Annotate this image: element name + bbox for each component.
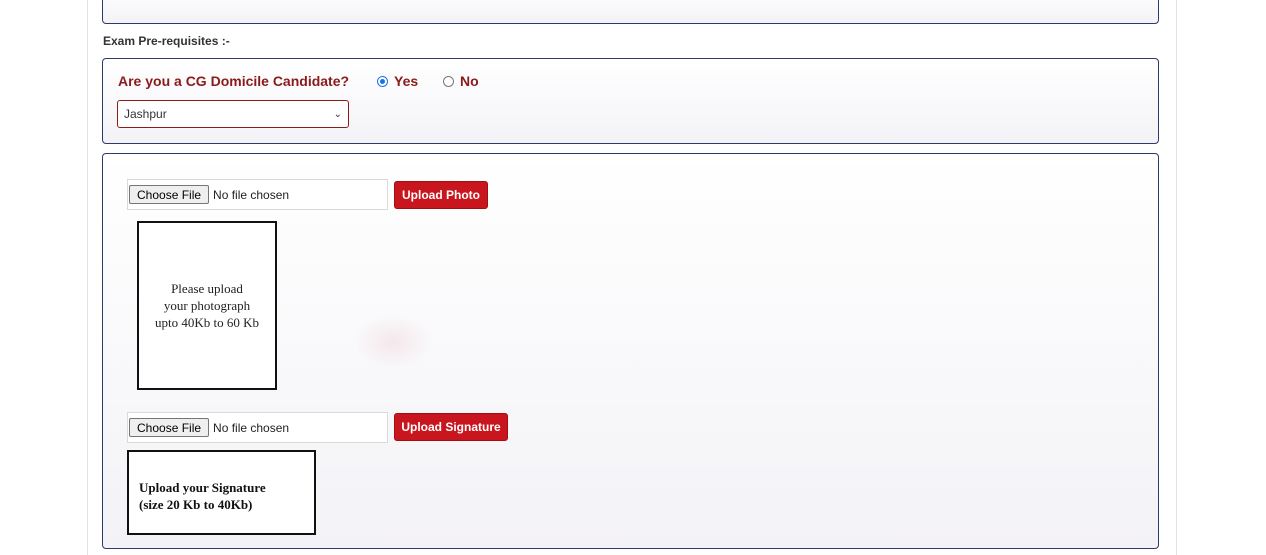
domicile-panel: Are you a CG Domicile Candidate? Yes No … xyxy=(102,58,1159,144)
upload-photo-button[interactable]: Upload Photo xyxy=(394,181,488,209)
photo-choose-file-button[interactable]: Choose File xyxy=(129,185,210,204)
domicile-yes-label: Yes xyxy=(394,73,419,89)
domicile-question: Are you a CG Domicile Candidate? xyxy=(118,73,350,89)
signature-placeholder-line-1: Upload your Signature xyxy=(139,480,266,495)
decorative-blur xyxy=(353,314,433,369)
photo-file-input[interactable]: Choose File No file chosen xyxy=(127,179,388,210)
photo-placeholder-line-3: upto 40Kb to 60 Kb xyxy=(155,315,259,330)
exam-prerequisites-label: Exam Pre-requisites :- xyxy=(103,34,230,48)
signature-file-input[interactable]: Choose File No file chosen xyxy=(127,412,388,443)
domicile-yes-option[interactable]: Yes xyxy=(377,73,418,89)
content-border-left xyxy=(87,0,88,555)
previous-section-panel xyxy=(102,0,1159,24)
signature-choose-file-button[interactable]: Choose File xyxy=(129,418,210,437)
domicile-no-option[interactable]: No xyxy=(443,73,479,89)
signature-placeholder: Upload your Signature (size 20 Kb to 40K… xyxy=(127,450,316,535)
photo-placeholder-line-1: Please upload xyxy=(171,281,243,296)
signature-placeholder-line-2: (size 20 Kb to 40Kb) xyxy=(139,497,253,512)
radio-checked-icon[interactable] xyxy=(377,75,388,87)
chevron-down-icon: ⌄ xyxy=(333,108,342,120)
upload-signature-button[interactable]: Upload Signature xyxy=(394,413,508,441)
photo-placeholder-line-2: your photograph xyxy=(163,298,251,313)
district-selected-value: Jashpur xyxy=(124,107,167,121)
upload-panel: Choose File No file chosen Upload Photo … xyxy=(102,153,1159,549)
page: Exam Pre-requisites :- Are you a CG Domi… xyxy=(0,0,1266,555)
content-border-right xyxy=(1176,0,1177,555)
photo-file-status: No file chosen xyxy=(213,187,290,202)
radio-unchecked-icon[interactable] xyxy=(443,75,454,87)
domicile-no-label: No xyxy=(460,73,479,89)
district-select[interactable]: Jashpur ⌄ xyxy=(117,100,349,128)
signature-file-status: No file chosen xyxy=(213,420,290,435)
photo-placeholder: Please upload your photograph upto 40Kb … xyxy=(137,221,277,390)
